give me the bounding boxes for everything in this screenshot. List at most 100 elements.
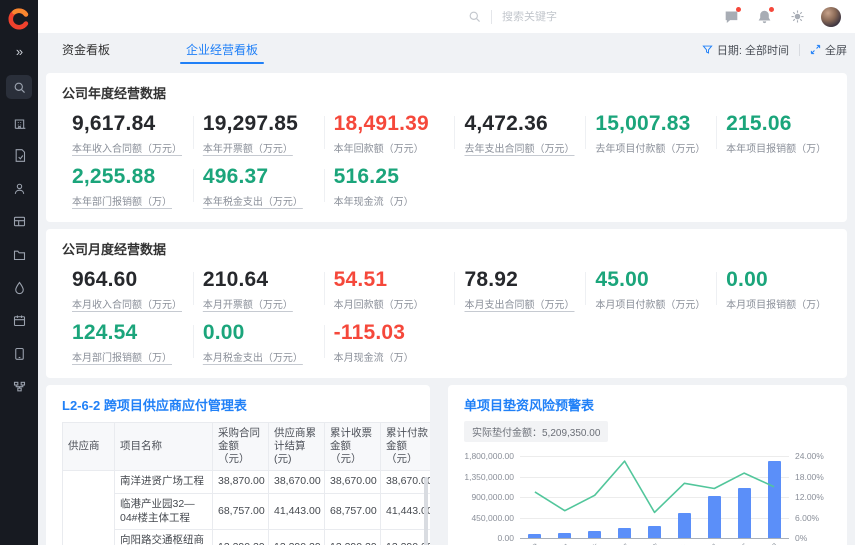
tab-enterprise-board[interactable]: 企业经营看板 bbox=[186, 33, 258, 66]
kpi-label: 本年回款额（万元） bbox=[334, 140, 449, 155]
kpi-item: -115.03本月现金流（万） bbox=[324, 317, 455, 370]
kpi-label[interactable]: 本月部门报销额（万） bbox=[72, 349, 187, 364]
calendar-icon[interactable] bbox=[6, 307, 32, 333]
kpi-item: 516.25本年现金流（万） bbox=[324, 161, 455, 214]
kpi-label[interactable]: 本年部门报销额（万） bbox=[72, 193, 187, 208]
kpi-value: 9,617.84 bbox=[72, 112, 187, 136]
column-header: 项目名称 bbox=[115, 423, 213, 471]
table-icon[interactable] bbox=[6, 208, 32, 234]
kpi-value: 15,007.83 bbox=[595, 112, 710, 136]
settled-cell: 13,290.29 bbox=[269, 530, 325, 545]
sidebar-search-icon[interactable] bbox=[6, 75, 32, 99]
kpi-item: 0.00 本月税金支出（万元） bbox=[193, 317, 324, 370]
user-icon[interactable] bbox=[6, 175, 32, 201]
y-left-tick: 450,000.00 bbox=[471, 513, 514, 523]
search-icon bbox=[468, 10, 481, 23]
table-row[interactable]: 向阳路交通枢纽商业办公项目13,290.2913,290.2913,290.29… bbox=[63, 530, 431, 545]
kpi-item: 45.00本月项目付款额（万元） bbox=[585, 264, 716, 317]
chart-plot-area: 1,800,000.0024.00%1,350,000.0018.00%900,… bbox=[520, 456, 789, 538]
kpi-item: 124.54 本月部门报销额（万） bbox=[62, 317, 193, 370]
table-scrollbar[interactable] bbox=[424, 477, 428, 545]
column-header: 累计收票金额（元） bbox=[325, 423, 381, 471]
kpi-value: 516.25 bbox=[334, 165, 449, 189]
kpi-item: 19,297.85 本年开票额（万元） bbox=[193, 108, 324, 161]
app-logo-icon[interactable] bbox=[8, 8, 30, 30]
folder-icon[interactable] bbox=[6, 241, 32, 267]
project-cell: 向阳路交通枢纽商业办公项目 bbox=[115, 530, 213, 545]
kpi-label[interactable]: 本年收入合同额（万元） bbox=[72, 140, 187, 155]
sidebar: » bbox=[0, 0, 38, 545]
document-edit-icon[interactable] bbox=[6, 142, 32, 168]
paid-cell: 13,290.29 bbox=[381, 530, 431, 545]
kpi-item: 210.64本月开票额（万元） bbox=[193, 264, 324, 317]
content-area: 公司年度经营数据 9,617.84本年收入合同额（万元）19,297.85本年开… bbox=[38, 66, 855, 545]
settings-icon[interactable] bbox=[788, 8, 806, 26]
kpi-label[interactable]: 本月开票额（万元） bbox=[203, 296, 318, 311]
monthly-kpi-card: 公司月度经营数据 964.60本月收入合同额（万元）210.64本月开票额（万元… bbox=[46, 229, 847, 378]
kpi-item: 496.37本年税金支出（万元） bbox=[193, 161, 324, 214]
message-icon[interactable] bbox=[722, 8, 740, 26]
tablet-icon[interactable] bbox=[6, 340, 32, 366]
top-header bbox=[38, 0, 855, 33]
project-cell: 南洋进贤广场工程 bbox=[115, 471, 213, 494]
supplier-cell: 西安云峰建材有限公司 bbox=[63, 471, 115, 545]
droplet-icon[interactable] bbox=[6, 274, 32, 300]
settled-cell: 38,670.00 bbox=[269, 471, 325, 494]
supplier-table: 供应商项目名称采购合同金额（元）供应商累计结算(元)累计收票金额（元）累计付款金… bbox=[62, 422, 430, 545]
kpi-label[interactable]: 本月税金支出（万元） bbox=[203, 349, 318, 364]
kpi-value: 0.00 bbox=[203, 321, 318, 345]
table-row[interactable]: 西安云峰建材有限公司南洋进贤广场工程38,870.0038,670.0038,6… bbox=[63, 471, 431, 494]
avatar[interactable] bbox=[821, 7, 841, 27]
invoiced-cell: 38,670.00 bbox=[325, 471, 381, 494]
search-input[interactable] bbox=[502, 11, 592, 23]
kpi-item: 0.00本月项目报销额（万） bbox=[716, 264, 847, 317]
dashboard-app: » bbox=[0, 0, 855, 545]
kpi-item: 15,007.83去年项目付款额（万元） bbox=[585, 108, 716, 161]
project-cell: 临港产业园32—04#楼主体工程 bbox=[115, 494, 213, 530]
contract-cell: 38,870.00 bbox=[213, 471, 269, 494]
kpi-label: 本月回款额（万元） bbox=[334, 296, 449, 311]
kpi-item: 4,472.36 去年支出合同额（万元） bbox=[454, 108, 585, 161]
monthly-card-title: 公司月度经营数据 bbox=[62, 239, 847, 258]
kpi-label[interactable]: 本年税金支出（万元） bbox=[203, 193, 318, 208]
settled-cell: 41,443.00 bbox=[269, 494, 325, 530]
y-left-tick: 1,350,000.00 bbox=[464, 472, 514, 482]
kpi-label[interactable]: 本年开票额（万元） bbox=[203, 140, 318, 155]
kpi-item: 2,255.88本年部门报销额（万） bbox=[62, 161, 193, 214]
main-column: 资金看板 企业经营看板 日期: 全部时间 全屏 公司年度经营数据 9,617.8… bbox=[38, 0, 855, 545]
kpi-value: 124.54 bbox=[72, 321, 187, 345]
date-filter-label: 日期: 全部时间 bbox=[717, 42, 789, 58]
kpi-item: 9,617.84 本年收入合同额（万元） bbox=[62, 108, 193, 161]
building-icon[interactable] bbox=[6, 109, 32, 135]
y-left-tick: 900,000.00 bbox=[471, 492, 514, 502]
global-search[interactable] bbox=[468, 10, 592, 24]
tab-funds-board[interactable]: 资金看板 bbox=[62, 33, 110, 66]
y-left-tick: 0.00 bbox=[497, 533, 514, 543]
kpi-label[interactable]: 本月支出合同额（万元） bbox=[464, 296, 579, 311]
column-header: 采购合同金额（元） bbox=[213, 423, 269, 471]
kpi-value: 19,297.85 bbox=[203, 112, 318, 136]
kpi-value: 0.00 bbox=[726, 268, 841, 292]
message-badge bbox=[736, 7, 741, 12]
table-row[interactable]: 临港产业园32—04#楼主体工程68,757.0041,443.0068,757… bbox=[63, 494, 431, 530]
kpi-item: 964.60本月收入合同额（万元） bbox=[62, 264, 193, 317]
kpi-value: 4,472.36 bbox=[464, 112, 579, 136]
invoiced-cell: 13,290.29 bbox=[325, 530, 381, 545]
column-header: 供应商累计结算(元) bbox=[269, 423, 325, 471]
search-divider bbox=[491, 10, 492, 24]
kpi-value: 54.51 bbox=[334, 268, 449, 292]
kpi-label[interactable]: 去年支出合同额（万元） bbox=[464, 140, 579, 155]
annual-kpi-grid: 9,617.84 本年收入合同额（万元） 19,297.85 本年开票额（万元） 18,… bbox=[62, 108, 847, 214]
kpi-item: 78.92本月支出合同额（万元） bbox=[454, 264, 585, 317]
bell-badge bbox=[769, 7, 774, 12]
sidebar-collapse-icon[interactable]: » bbox=[16, 44, 22, 59]
risk-chart: 1,800,000.0024.00%1,350,000.0018.00%900,… bbox=[464, 452, 835, 545]
fullscreen-button[interactable]: 全屏 bbox=[810, 42, 847, 58]
date-filter[interactable]: 日期: 全部时间 bbox=[702, 42, 789, 58]
workflow-icon[interactable] bbox=[6, 373, 32, 399]
y-left-tick: 1,800,000.00 bbox=[464, 451, 514, 461]
bell-icon[interactable] bbox=[755, 8, 773, 26]
kpi-label[interactable]: 本月收入合同额（万元） bbox=[72, 296, 187, 311]
kpi-item: 18,491.39本年回款额（万元） bbox=[324, 108, 455, 161]
annual-kpi-card: 公司年度经营数据 9,617.84本年收入合同额（万元）19,297.85本年开… bbox=[46, 73, 847, 222]
